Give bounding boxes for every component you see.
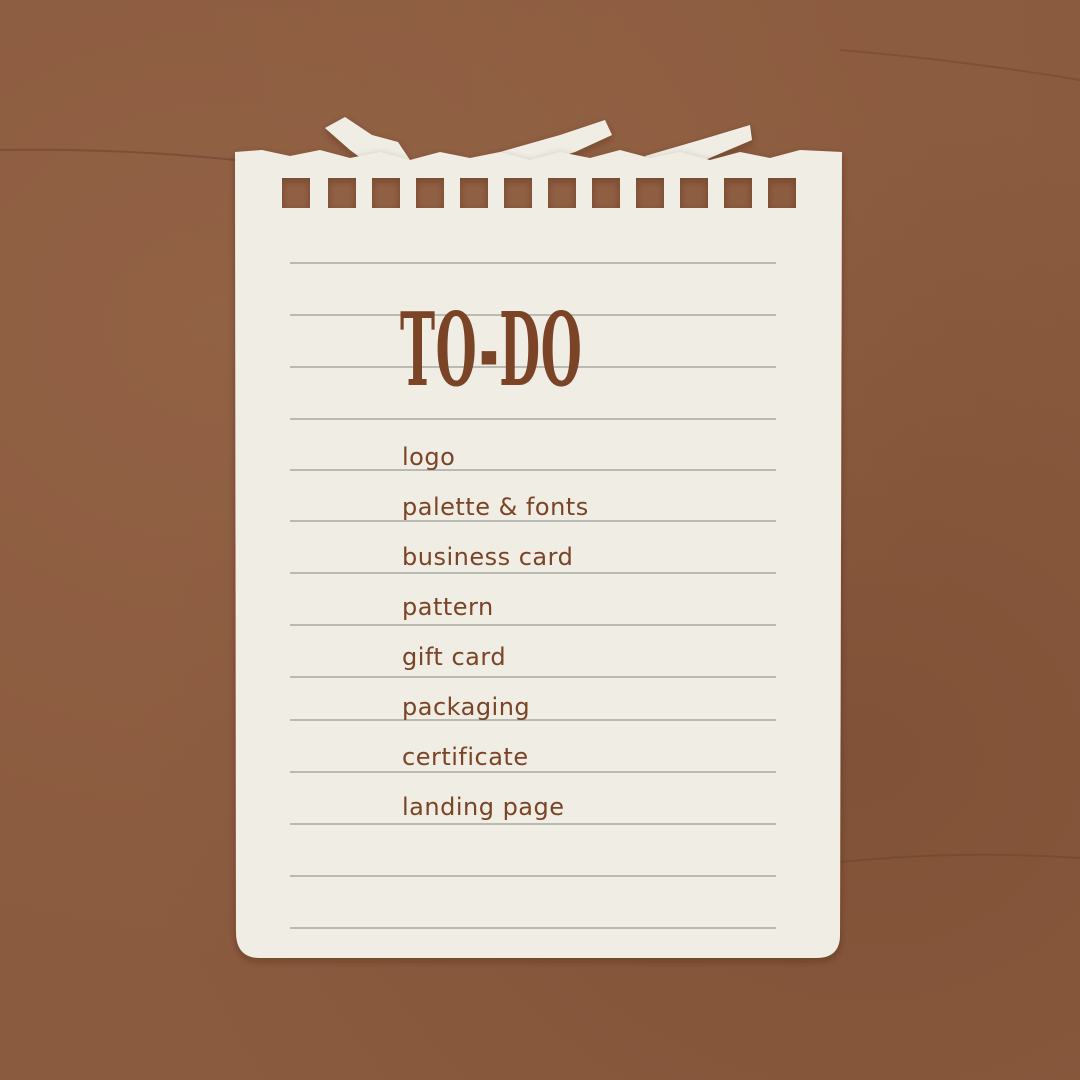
todo-item: palette & fonts bbox=[402, 493, 589, 521]
todo-item: logo bbox=[402, 443, 456, 471]
todo-title: TO-DO bbox=[400, 290, 583, 410]
background-crease bbox=[839, 853, 1080, 863]
background-crease bbox=[0, 148, 236, 161]
background-crease bbox=[839, 49, 1080, 81]
todo-item: packaging bbox=[402, 693, 531, 721]
todo-item: business card bbox=[402, 543, 574, 571]
todo-item: gift card bbox=[402, 643, 507, 671]
todo-item: landing page bbox=[402, 793, 565, 821]
todo-item: certificate bbox=[402, 743, 529, 771]
todo-list: logo palette & fonts business card patte… bbox=[402, 432, 589, 832]
todo-item: pattern bbox=[402, 593, 494, 621]
